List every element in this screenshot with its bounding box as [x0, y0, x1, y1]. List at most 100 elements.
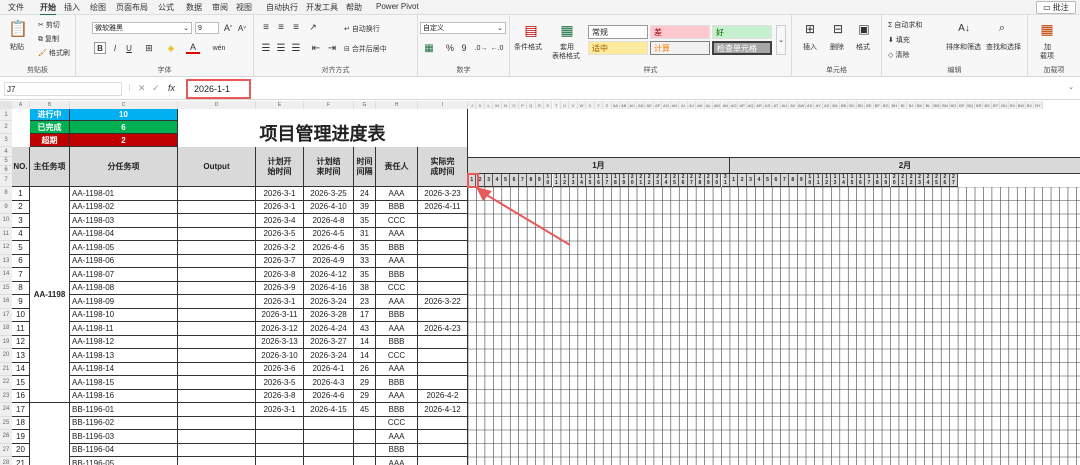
col-header[interactable]: AM: [713, 101, 722, 109]
col-header[interactable]: K: [476, 101, 485, 109]
cell-owner[interactable]: BBB: [376, 403, 418, 417]
cell-gap[interactable]: 43: [354, 322, 376, 336]
underline-button[interactable]: U: [124, 42, 134, 54]
cell-owner[interactable]: AAA: [376, 362, 418, 376]
cell-gap[interactable]: 33: [354, 254, 376, 268]
find-icon[interactable]: ⌕: [994, 20, 1010, 36]
cell-actual[interactable]: [418, 308, 468, 322]
increase-decimal-icon[interactable]: .0→: [474, 42, 488, 54]
col-header[interactable]: V: [569, 101, 578, 109]
row-header[interactable]: 16: [0, 295, 12, 309]
menu-item-1[interactable]: 开始: [40, 2, 56, 16]
cell-sub-task[interactable]: AA-1198-08: [70, 281, 178, 295]
style-bad[interactable]: 差: [650, 25, 710, 39]
cell-owner[interactable]: BBB: [376, 268, 418, 282]
cell-start[interactable]: 2026-3-11: [256, 308, 304, 322]
cell-end[interactable]: [304, 443, 354, 457]
cell-no[interactable]: 15: [12, 376, 30, 390]
cell-output[interactable]: [178, 457, 256, 465]
col-header[interactable]: BY: [1034, 101, 1043, 109]
menu-item-3[interactable]: 绘图: [90, 2, 106, 13]
cell-actual[interactable]: [418, 457, 468, 465]
comment-button[interactable]: ▭ 批注: [1036, 1, 1076, 14]
col-header[interactable]: E: [256, 101, 304, 109]
col-header[interactable]: AP: [738, 101, 747, 109]
cell-end[interactable]: 2026-4-6: [304, 389, 354, 403]
cell-sub-task[interactable]: AA-1198-12: [70, 335, 178, 349]
cell-no[interactable]: 16: [12, 389, 30, 403]
cell-end[interactable]: [304, 416, 354, 430]
function-icon[interactable]: fx: [168, 83, 175, 93]
styles-more-icon[interactable]: ⌄: [776, 25, 786, 55]
col-header[interactable]: BN: [941, 101, 950, 109]
col-header[interactable]: AE: [645, 101, 654, 109]
grow-font-icon[interactable]: A ^: [222, 21, 234, 35]
cancel-icon[interactable]: ✕: [138, 83, 146, 94]
paste-button[interactable]: 粘贴: [10, 42, 24, 52]
col-header[interactable]: P: [518, 101, 528, 109]
col-header[interactable]: BI: [898, 101, 908, 109]
cell-end[interactable]: 2026-4-6: [304, 241, 354, 255]
col-header[interactable]: AV: [789, 101, 798, 109]
col-header[interactable]: AZ: [822, 101, 832, 109]
menu-item-12[interactable]: Power Pivot: [376, 2, 419, 11]
format-cells-button[interactable]: 格式: [856, 42, 870, 52]
cell-actual[interactable]: 2026-4-12: [418, 403, 468, 417]
menu-item-6[interactable]: 数据: [186, 2, 202, 13]
row-header[interactable]: 12: [0, 241, 12, 255]
col-header[interactable]: AL: [704, 101, 714, 109]
row-header[interactable]: 24: [0, 403, 12, 417]
cell-no[interactable]: 7: [12, 268, 30, 282]
cell-no[interactable]: 13: [12, 349, 30, 363]
cell-sub-task[interactable]: AA-1198-02: [70, 200, 178, 214]
cell-end[interactable]: [304, 457, 354, 465]
cell-actual[interactable]: [418, 443, 468, 457]
formula-input[interactable]: 2026-1-1: [186, 79, 251, 99]
find-select-button[interactable]: 查找和选择: [986, 42, 1021, 52]
cell-actual[interactable]: 2026-4-23: [418, 322, 468, 336]
cell-gap[interactable]: 26: [354, 362, 376, 376]
cell-start[interactable]: 2026-3-5: [256, 227, 304, 241]
cell-output[interactable]: [178, 322, 256, 336]
cell-sub-task[interactable]: AA-1198-04: [70, 227, 178, 241]
style-neutral[interactable]: 适中: [588, 41, 648, 55]
addins-icon[interactable]: ▦: [1038, 20, 1056, 38]
cell-sub-task[interactable]: AA-1198-05: [70, 241, 178, 255]
cell-output[interactable]: [178, 430, 256, 444]
number-format-select[interactable]: 自定义 ⌄: [420, 22, 506, 34]
cell-start[interactable]: 2026-3-5: [256, 376, 304, 390]
sort-filter-button[interactable]: 排序和筛选: [946, 42, 981, 52]
cell-gap[interactable]: 39: [354, 200, 376, 214]
row-header[interactable]: 21: [0, 362, 12, 376]
cell-no[interactable]: 10: [12, 308, 30, 322]
cell-owner[interactable]: CCC: [376, 281, 418, 295]
col-header[interactable]: BJ: [907, 101, 916, 109]
col-header[interactable]: AO: [729, 101, 739, 109]
cell-gap[interactable]: 45: [354, 403, 376, 417]
cell-end[interactable]: 2026-3-28: [304, 308, 354, 322]
cell-start[interactable]: [256, 430, 304, 444]
align-right-icon[interactable]: ☰: [290, 42, 302, 54]
outdent-icon[interactable]: ⇥: [326, 42, 338, 54]
col-header[interactable]: AF: [653, 101, 663, 109]
menu-item-8[interactable]: 视图: [236, 2, 252, 13]
row-header[interactable]: 25: [0, 416, 12, 430]
cell-owner[interactable]: BBB: [376, 376, 418, 390]
cell-end[interactable]: 2026-3-25: [304, 187, 354, 201]
bold-button[interactable]: B: [94, 42, 106, 54]
cell-actual[interactable]: 2026-3-23: [418, 187, 468, 201]
cell-sub-task[interactable]: BB-1196-01: [70, 403, 178, 417]
row-header[interactable]: 1: [0, 109, 12, 121]
cell-gap[interactable]: [354, 443, 376, 457]
style-good[interactable]: 好: [712, 25, 772, 39]
cell-actual[interactable]: [418, 254, 468, 268]
cell-owner[interactable]: AAA: [376, 322, 418, 336]
col-header[interactable]: BF: [873, 101, 883, 109]
col-header[interactable]: BC: [848, 101, 857, 109]
cell-output[interactable]: [178, 214, 256, 228]
cell-gap[interactable]: 29: [354, 376, 376, 390]
cell-actual[interactable]: [418, 335, 468, 349]
cell-end[interactable]: 2026-4-12: [304, 268, 354, 282]
menu-item-9[interactable]: 自动执行: [266, 2, 298, 13]
cell-no[interactable]: 11: [12, 322, 30, 336]
